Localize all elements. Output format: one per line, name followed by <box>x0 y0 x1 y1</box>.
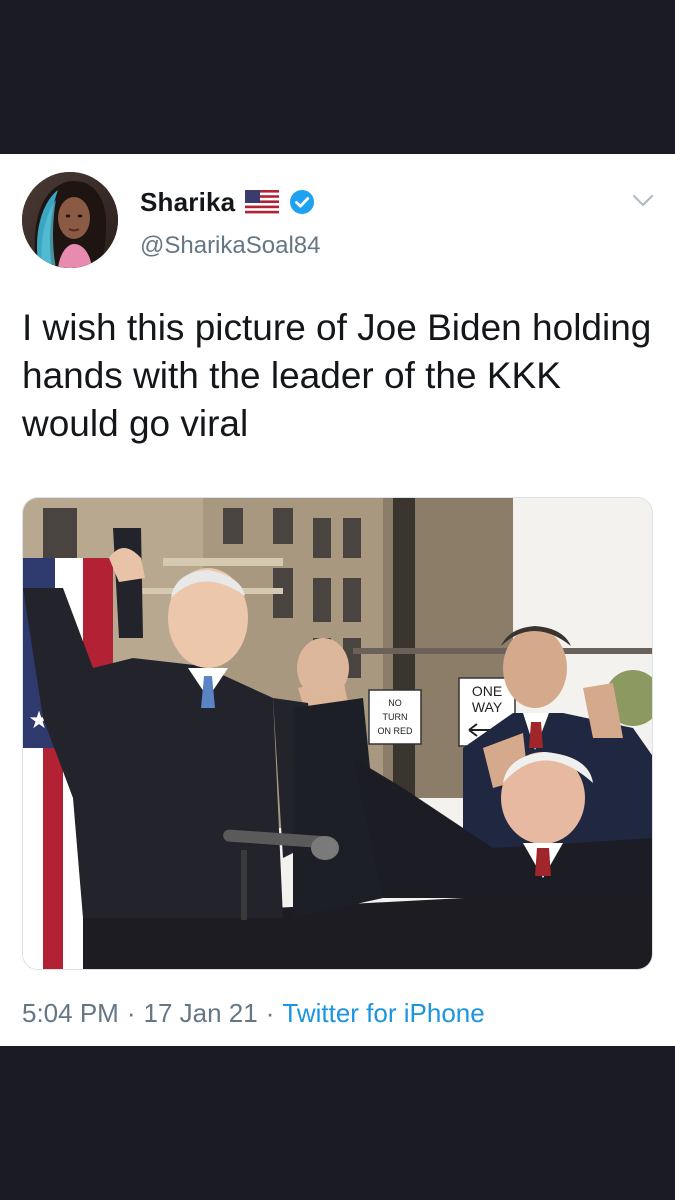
verified-badge-icon <box>289 189 315 215</box>
display-name[interactable]: Sharika <box>140 187 235 218</box>
sign-no-turn-line3: ON RED <box>377 726 413 736</box>
tweet-photo[interactable]: NO TURN ON RED ONE WAY ★ <box>22 497 653 970</box>
tweet-text: I wish this picture of Joe Biden holding… <box>22 307 652 444</box>
tweet-card[interactable]: Sharika @SharikaSoal84 I wish this pictu… <box>0 154 675 1046</box>
tweet-source-link[interactable]: Twitter for iPhone <box>282 998 484 1028</box>
tweet-meta: 5:04 PM · 17 Jan 21 · Twitter for iPhone <box>22 998 485 1029</box>
bottom-dark-band <box>0 1046 675 1200</box>
tweet-date[interactable]: 17 Jan 21 <box>144 998 258 1028</box>
display-name-row: Sharika <box>140 184 315 220</box>
photo-scene: NO TURN ON RED ONE WAY ★ <box>23 498 652 969</box>
sign-no-turn-line1: NO <box>388 698 402 708</box>
meta-separator-2: · <box>265 998 275 1028</box>
meta-separator-1: · <box>126 998 136 1028</box>
chevron-down-icon[interactable] <box>632 194 654 208</box>
sign-one-way-line1: ONE <box>472 683 502 699</box>
tweet-time[interactable]: 5:04 PM <box>22 998 119 1028</box>
handle[interactable]: @SharikaSoal84 <box>140 232 320 260</box>
us-flag-icon <box>245 190 280 214</box>
avatar[interactable] <box>22 172 118 268</box>
top-dark-band <box>0 0 675 154</box>
avatar-image <box>22 172 118 268</box>
sign-one-way-line2: WAY <box>472 699 503 715</box>
sign-no-turn-line2: TURN <box>383 712 408 722</box>
